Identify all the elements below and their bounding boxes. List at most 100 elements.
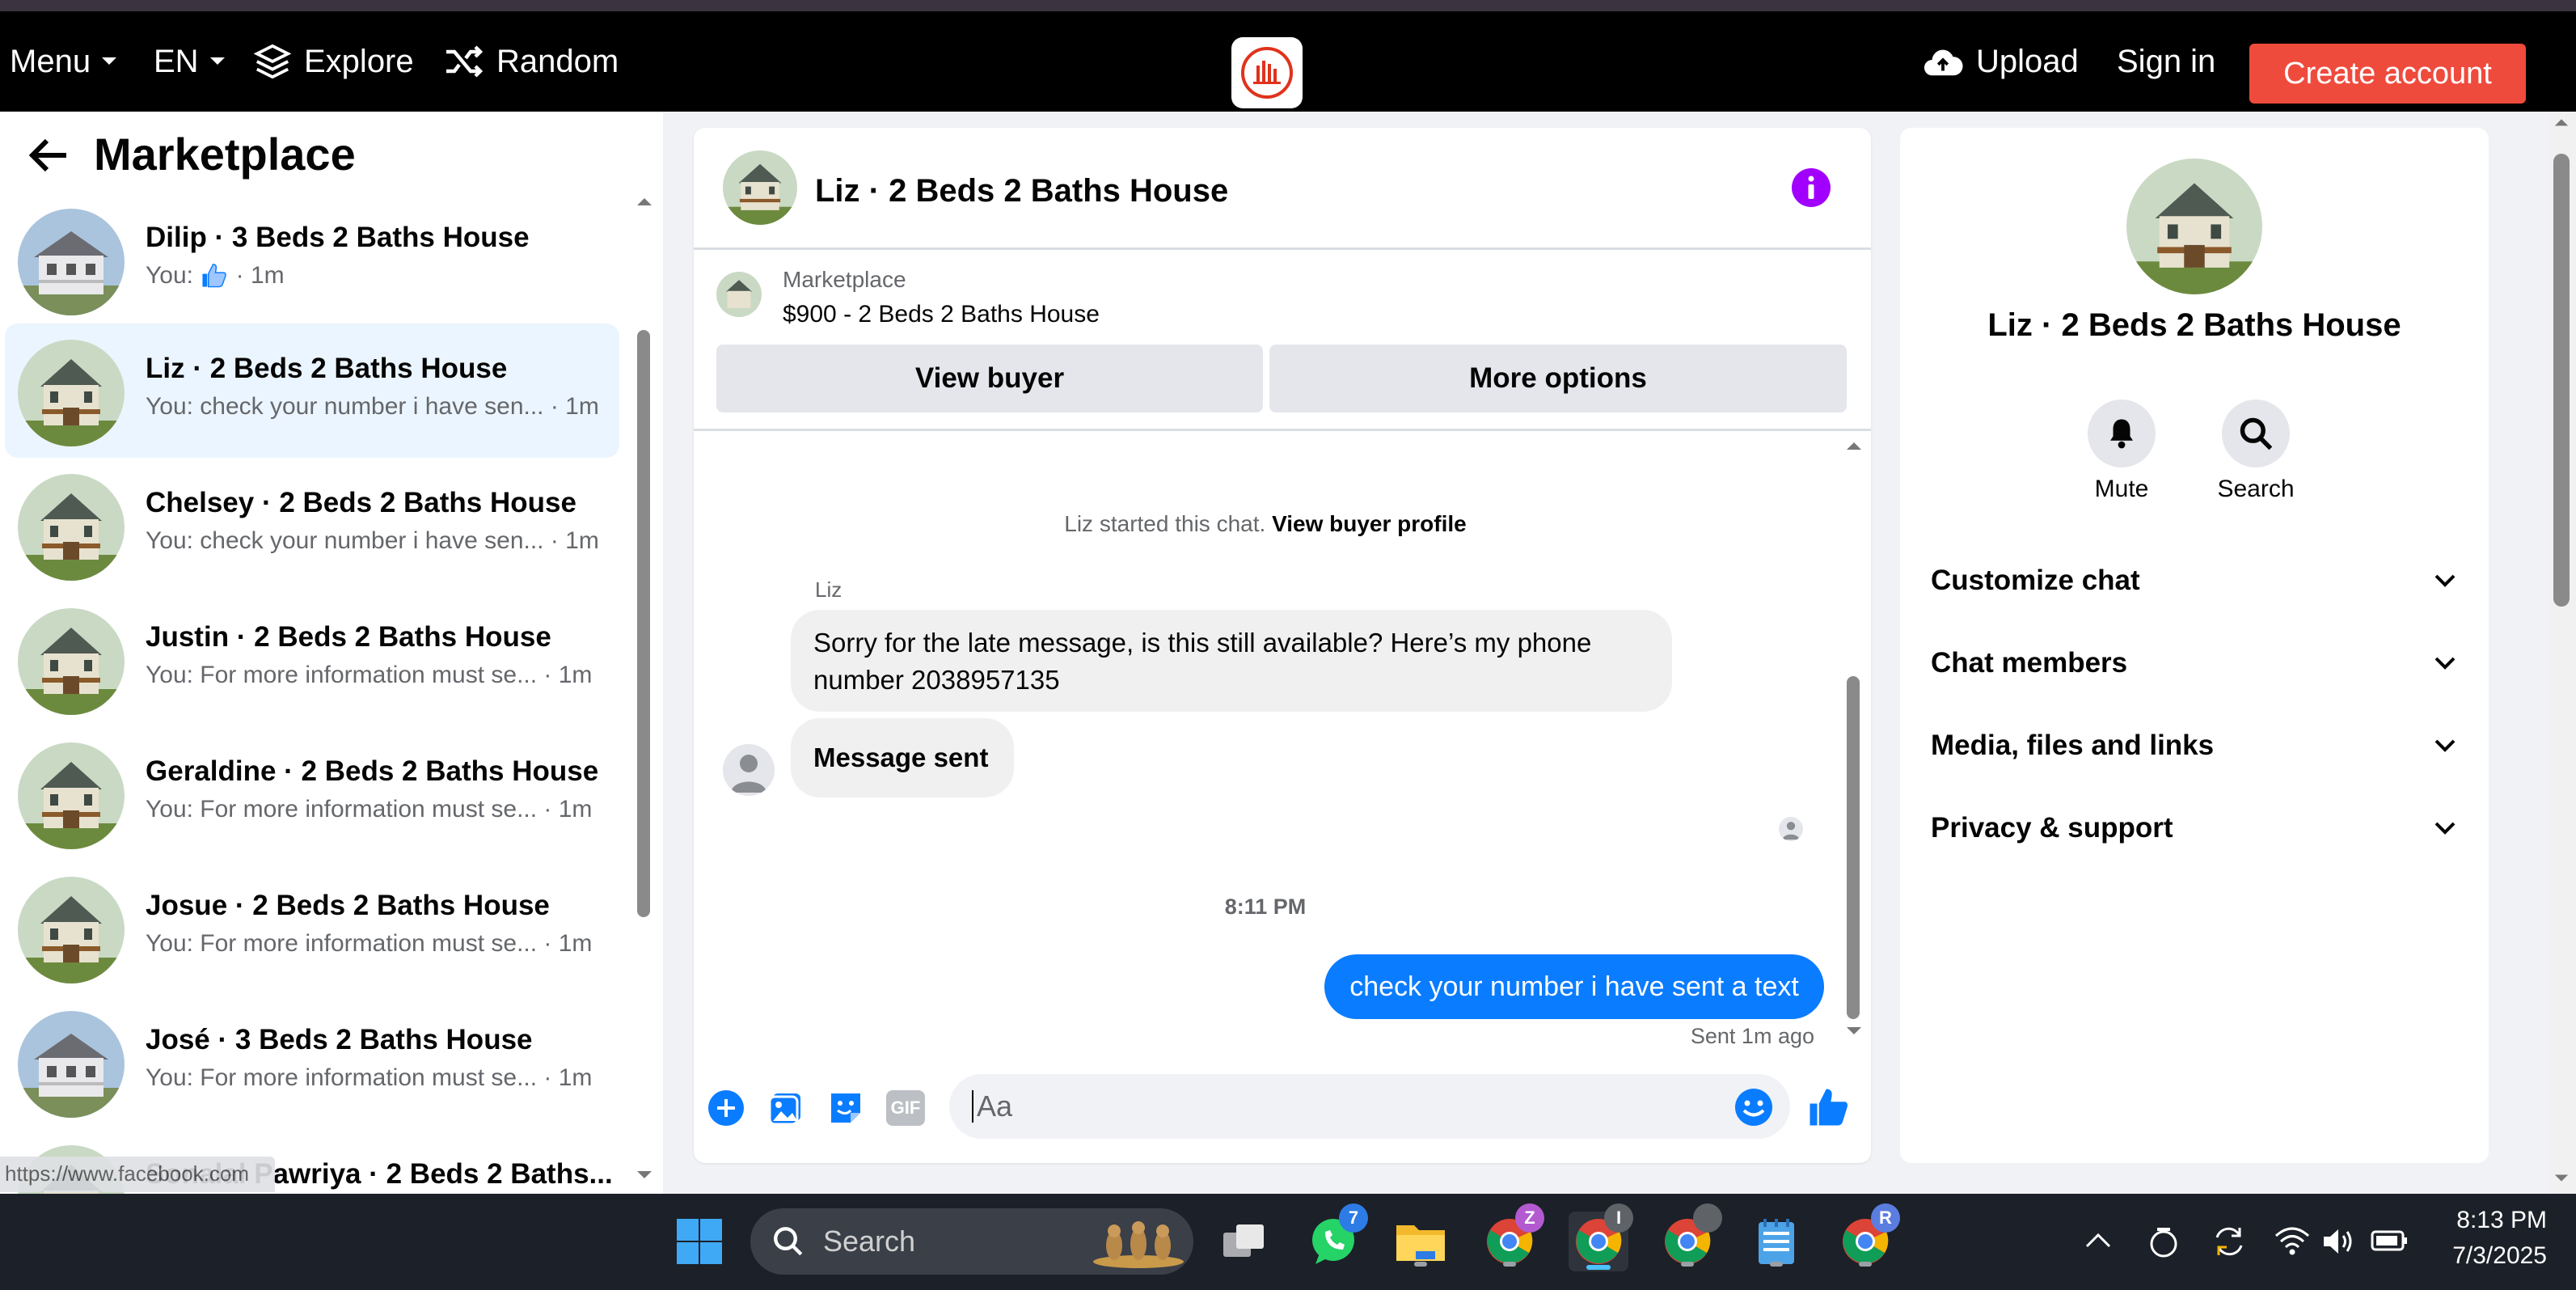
refresh-icon[interactable]: [2211, 1223, 2248, 1260]
upload-label: Upload: [1976, 43, 2079, 79]
scroll-down-arrow-icon[interactable]: [2553, 1173, 2570, 1184]
task-view-button[interactable]: [1214, 1212, 1274, 1271]
conversation-sidebar: Marketplace Dilip · 3 Beds 2 Baths House…: [0, 112, 663, 1194]
taskbar-search[interactable]: Search: [750, 1208, 1193, 1275]
chat-scrollbar[interactable]: [1847, 676, 1860, 1019]
battery-icon[interactable]: [2371, 1229, 2408, 1252]
scroll-down-arrow-icon[interactable]: [636, 1169, 653, 1181]
chrome-profile-badge: R: [1871, 1203, 1900, 1233]
back-arrow-icon[interactable]: [27, 136, 70, 175]
explore-link[interactable]: Explore: [254, 11, 414, 112]
customize-chat-section[interactable]: Customize chat: [1931, 556, 2456, 605]
media-files-links-section[interactable]: Media, files and links: [1931, 721, 2456, 770]
menu-label: Menu: [10, 43, 91, 79]
message-sent-bubble[interactable]: Message sent: [791, 718, 1014, 797]
page-scrollbar-thumb[interactable]: [2553, 154, 2570, 607]
conversation-item[interactable]: Josue · 2 Beds 2 Baths House You: For mo…: [5, 861, 619, 995]
listing-detail: $900 - 2 Beds 2 Baths House: [783, 301, 1100, 328]
scroll-down-arrow-icon[interactable]: [1845, 1026, 1863, 1037]
language-label: EN: [154, 43, 199, 79]
volume-icon[interactable]: [2321, 1226, 2354, 1257]
site-logo[interactable]: [1231, 37, 1303, 108]
status-bar-url: https://www.facebook.com: [0, 1157, 275, 1192]
start-button[interactable]: [669, 1212, 729, 1271]
notepad-button[interactable]: [1746, 1212, 1806, 1271]
conversation-item[interactable]: José · 3 Beds 2 Baths House You: For mor…: [5, 995, 619, 1129]
chrome-profile-button[interactable]: [1658, 1203, 1722, 1271]
sent-status: Sent 1m ago: [1690, 1024, 1814, 1048]
sign-in-label: Sign in: [2117, 43, 2216, 79]
create-account-button[interactable]: Create account: [2249, 44, 2526, 104]
chrome-profile-z-button[interactable]: Z: [1480, 1203, 1544, 1271]
view-buyer-profile-link[interactable]: View buyer profile: [1272, 511, 1467, 536]
running-indicator: [1859, 1262, 1872, 1267]
search-button[interactable]: [2222, 400, 2290, 467]
conversation-snippet: You: check your number i have sen... · 1…: [146, 527, 599, 554]
sticker-icon[interactable]: [826, 1089, 865, 1127]
thumbs-up-icon[interactable]: [1806, 1085, 1850, 1129]
search-icon: [774, 1227, 803, 1256]
file-explorer-button[interactable]: [1391, 1212, 1451, 1271]
message-timestamp: 8:11 PM: [1224, 895, 1307, 919]
menu-dropdown[interactable]: Menu: [10, 11, 118, 112]
privacy-support-section[interactable]: Privacy & support: [1931, 804, 2456, 852]
view-buyer-button[interactable]: View buyer: [716, 345, 1263, 412]
clock-date[interactable]: 7/3/2025: [2418, 1242, 2547, 1270]
conversation-name: Justin · 2 Beds 2 Baths House: [146, 621, 551, 653]
whatsapp-badge: 7: [1339, 1203, 1368, 1233]
conversation-snippet: You: For more information must se... · 1…: [146, 930, 593, 957]
image-icon[interactable]: [766, 1089, 805, 1127]
mute-label: Mute: [2094, 476, 2149, 502]
mute-button[interactable]: [2088, 400, 2156, 467]
whatsapp-taskbar-button[interactable]: 7: [1303, 1203, 1368, 1271]
wifi-icon[interactable]: [2274, 1226, 2311, 1257]
folder-icon: [1396, 1225, 1445, 1261]
cloud-upload-icon: [1924, 49, 1963, 76]
gif-icon[interactable]: GIF: [886, 1090, 925, 1126]
running-indicator: [1681, 1262, 1694, 1267]
incoming-message[interactable]: Sorry for the late message, is this stil…: [791, 610, 1672, 712]
top-navigation: Menu EN Explore Random Upload Sign in Cr…: [0, 11, 2576, 112]
language-dropdown[interactable]: EN: [154, 11, 226, 112]
conversation-item[interactable]: Dilip · 3 Beds 2 Baths House You: · 1m: [5, 192, 619, 327]
listing-label: Marketplace: [783, 267, 906, 292]
emoji-icon[interactable]: [1734, 1087, 1774, 1127]
running-indicator: [1770, 1262, 1783, 1267]
scroll-up-arrow-icon[interactable]: [1845, 440, 1863, 451]
message-input[interactable]: Aa: [949, 1074, 1790, 1139]
conversation-item[interactable]: Geraldine · 2 Beds 2 Baths House You: Fo…: [5, 726, 619, 861]
conversation-snippet: You: For more information must se... · 1…: [146, 662, 593, 688]
listing-thumbnail: [18, 1011, 125, 1118]
onedrive-sync-icon[interactable]: [2147, 1223, 2180, 1258]
running-indicator: [1414, 1262, 1427, 1267]
chrome-profile-i-button[interactable]: I: [1569, 1203, 1633, 1271]
chat-members-section[interactable]: Chat members: [1931, 639, 2456, 687]
chevron-up-icon[interactable]: [2084, 1231, 2112, 1249]
notepad-icon: [1759, 1219, 1794, 1264]
conversation-item[interactable]: Justin · 2 Beds 2 Baths House You: For m…: [5, 592, 619, 726]
chrome-profile-r-button[interactable]: R: [1835, 1203, 1900, 1271]
listing-thumbnail: [18, 877, 125, 983]
conversation-item[interactable]: Chelsey · 2 Beds 2 Baths House You: chec…: [5, 458, 619, 592]
page-scrollbar-track[interactable]: [2547, 112, 2576, 1194]
info-icon[interactable]: [1790, 167, 1832, 209]
random-link[interactable]: Random: [445, 11, 619, 112]
running-indicator: [1503, 1262, 1516, 1267]
conversation-item-active[interactable]: Liz · 2 Beds 2 Baths House You: check yo…: [5, 324, 619, 458]
shuffle-icon: [446, 45, 484, 78]
upload-link[interactable]: Upload: [1923, 11, 2079, 112]
clock-time[interactable]: 8:13 PM: [2418, 1207, 2547, 1234]
scroll-up-arrow-icon[interactable]: [2553, 116, 2570, 128]
plus-icon[interactable]: [707, 1089, 745, 1127]
sender-name: Liz: [815, 577, 842, 602]
conversation-name: Josue · 2 Beds 2 Baths House: [146, 890, 550, 921]
sign-in-link[interactable]: Sign in: [2117, 11, 2215, 112]
chat-title: Liz · 2 Beds 2 Baths House: [815, 173, 1229, 209]
scroll-up-arrow-icon[interactable]: [636, 196, 653, 207]
more-options-button[interactable]: More options: [1269, 345, 1847, 412]
outgoing-message[interactable]: check your number i have sent a text: [1324, 954, 1824, 1019]
sender-avatar[interactable]: [723, 744, 775, 796]
taskbar-search-label: Search: [823, 1224, 916, 1258]
conversation-name: Dilip · 3 Beds 2 Baths House: [146, 222, 530, 253]
sidebar-scrollbar[interactable]: [637, 330, 650, 917]
